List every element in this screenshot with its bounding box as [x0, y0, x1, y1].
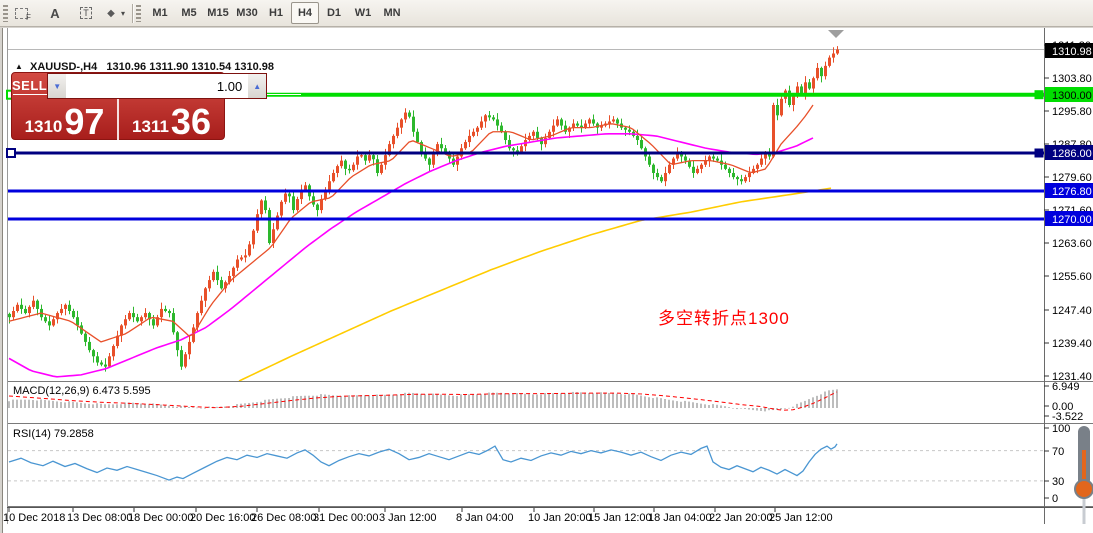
rsi-scale-label: 0	[1052, 493, 1058, 505]
rsi-scale-label: 100	[1052, 423, 1070, 435]
price-tick-label: 1303.80	[1052, 73, 1092, 85]
price-badge-label: 1270.00	[1052, 214, 1092, 226]
volume-stepper: ▼ ▲	[47, 73, 267, 99]
time-tick-label: 10 Dec 2018	[3, 512, 65, 524]
time-tick-label: 25 Jan 12:00	[769, 512, 833, 524]
timeframe-button-m5[interactable]: M5	[175, 2, 203, 24]
price-tick-label: 1263.60	[1052, 238, 1092, 250]
triangle-marker[interactable]	[828, 30, 844, 38]
hline-handle-right[interactable]	[1035, 91, 1043, 99]
volume-input[interactable]	[66, 74, 248, 98]
collapse-triangle-icon[interactable]: ▲	[15, 62, 23, 71]
thermometer-icon[interactable]	[1075, 426, 1093, 524]
macd-label: MACD(12,26,9) 6.473 5.595	[13, 385, 151, 397]
timeframe-button-m15[interactable]: M15	[204, 2, 232, 24]
price-badge-label: 1286.00	[1052, 148, 1092, 160]
text-label-icon[interactable]: T	[74, 2, 98, 24]
sell-button[interactable]: SELL	[12, 73, 47, 99]
price-tick-label: 1255.60	[1052, 271, 1092, 283]
price-tick-label: 1239.40	[1052, 338, 1092, 350]
volume-down-button[interactable]: ▼	[48, 74, 66, 98]
shapes-caret-icon[interactable]: ▾	[118, 2, 128, 24]
sell-price[interactable]: 1310 97	[12, 99, 119, 141]
frame-f-icon[interactable]: F	[12, 2, 36, 24]
timeframe-button-h4[interactable]: H4	[291, 2, 319, 24]
timeframe-button-d1[interactable]: D1	[320, 2, 348, 24]
timeframe-button-m30[interactable]: M30	[233, 2, 261, 24]
time-tick-label: 18 Dec 00:00	[128, 512, 193, 524]
macd-scale-label: -3.522	[1052, 411, 1083, 423]
time-tick-label: 26 Dec 08:00	[251, 512, 316, 524]
time-tick-label: 3 Jan 12:00	[379, 512, 437, 524]
mt4-window: F A T ◆ ▾ M1M5M15M30H1H4D1W1MN 1311.8013…	[0, 0, 1093, 533]
rsi-scale-label: 30	[1052, 476, 1064, 488]
timeframe-button-mn[interactable]: MN	[378, 2, 406, 24]
buy-price[interactable]: 1311 36	[119, 99, 224, 141]
rsi-scale-label: 70	[1052, 446, 1064, 458]
price-tick-label: 1247.40	[1052, 305, 1092, 317]
chart-annotation-text: 多空转折点1300	[658, 304, 790, 329]
time-tick-label: 13 Dec 08:00	[67, 512, 132, 524]
timeframe-button-h1[interactable]: H1	[262, 2, 290, 24]
timeframe-button-m1[interactable]: M1	[146, 2, 174, 24]
time-tick-label: 18 Jan 04:00	[648, 512, 712, 524]
time-tick-label: 31 Dec 00:00	[313, 512, 378, 524]
time-tick-label: 20 Dec 16:00	[190, 512, 255, 524]
font-a-icon[interactable]: A	[44, 2, 66, 24]
hline-handle-right[interactable]	[1035, 149, 1043, 157]
sell-price-big: 97	[64, 106, 104, 138]
chart-window[interactable]: 1311.801303.801295.801287.801279.601271.…	[2, 28, 1093, 533]
volume-up-button[interactable]: ▲	[248, 74, 266, 98]
buy-price-big: 36	[171, 106, 211, 138]
buy-button[interactable]: BUY	[267, 73, 301, 99]
time-tick-label: 10 Jan 20:00	[528, 512, 592, 524]
toolbar-grip[interactable]	[3, 5, 8, 22]
one-click-trading-panel: SELL ▼ ▲ BUY 1310 97 1311 36	[11, 72, 225, 140]
hline-handle-left[interactable]	[7, 149, 15, 157]
time-tick-label: 22 Jan 20:00	[709, 512, 773, 524]
timeframe-grip[interactable]	[136, 5, 141, 22]
sell-price-small: 1310	[25, 118, 63, 138]
price-badge-label: 1300.00	[1052, 90, 1092, 102]
buy-price-small: 1311	[132, 118, 169, 138]
rsi-label: RSI(14) 79.2858	[13, 428, 94, 440]
time-tick-label: 15 Jan 12:00	[588, 512, 652, 524]
price-tick-label: 1279.60	[1052, 172, 1092, 184]
toolbar: F A T ◆ ▾ M1M5M15M30H1H4D1W1MN	[0, 0, 1093, 27]
macd-scale-label: 6.949	[1052, 381, 1080, 393]
timeframe-button-w1[interactable]: W1	[349, 2, 377, 24]
price-tick-label: 1295.80	[1052, 106, 1092, 118]
time-tick-label: 8 Jan 04:00	[456, 512, 514, 524]
toolbar-separator	[132, 4, 133, 23]
price-badge-label: 1310.98	[1052, 46, 1092, 58]
price-badge-label: 1276.80	[1052, 186, 1092, 198]
